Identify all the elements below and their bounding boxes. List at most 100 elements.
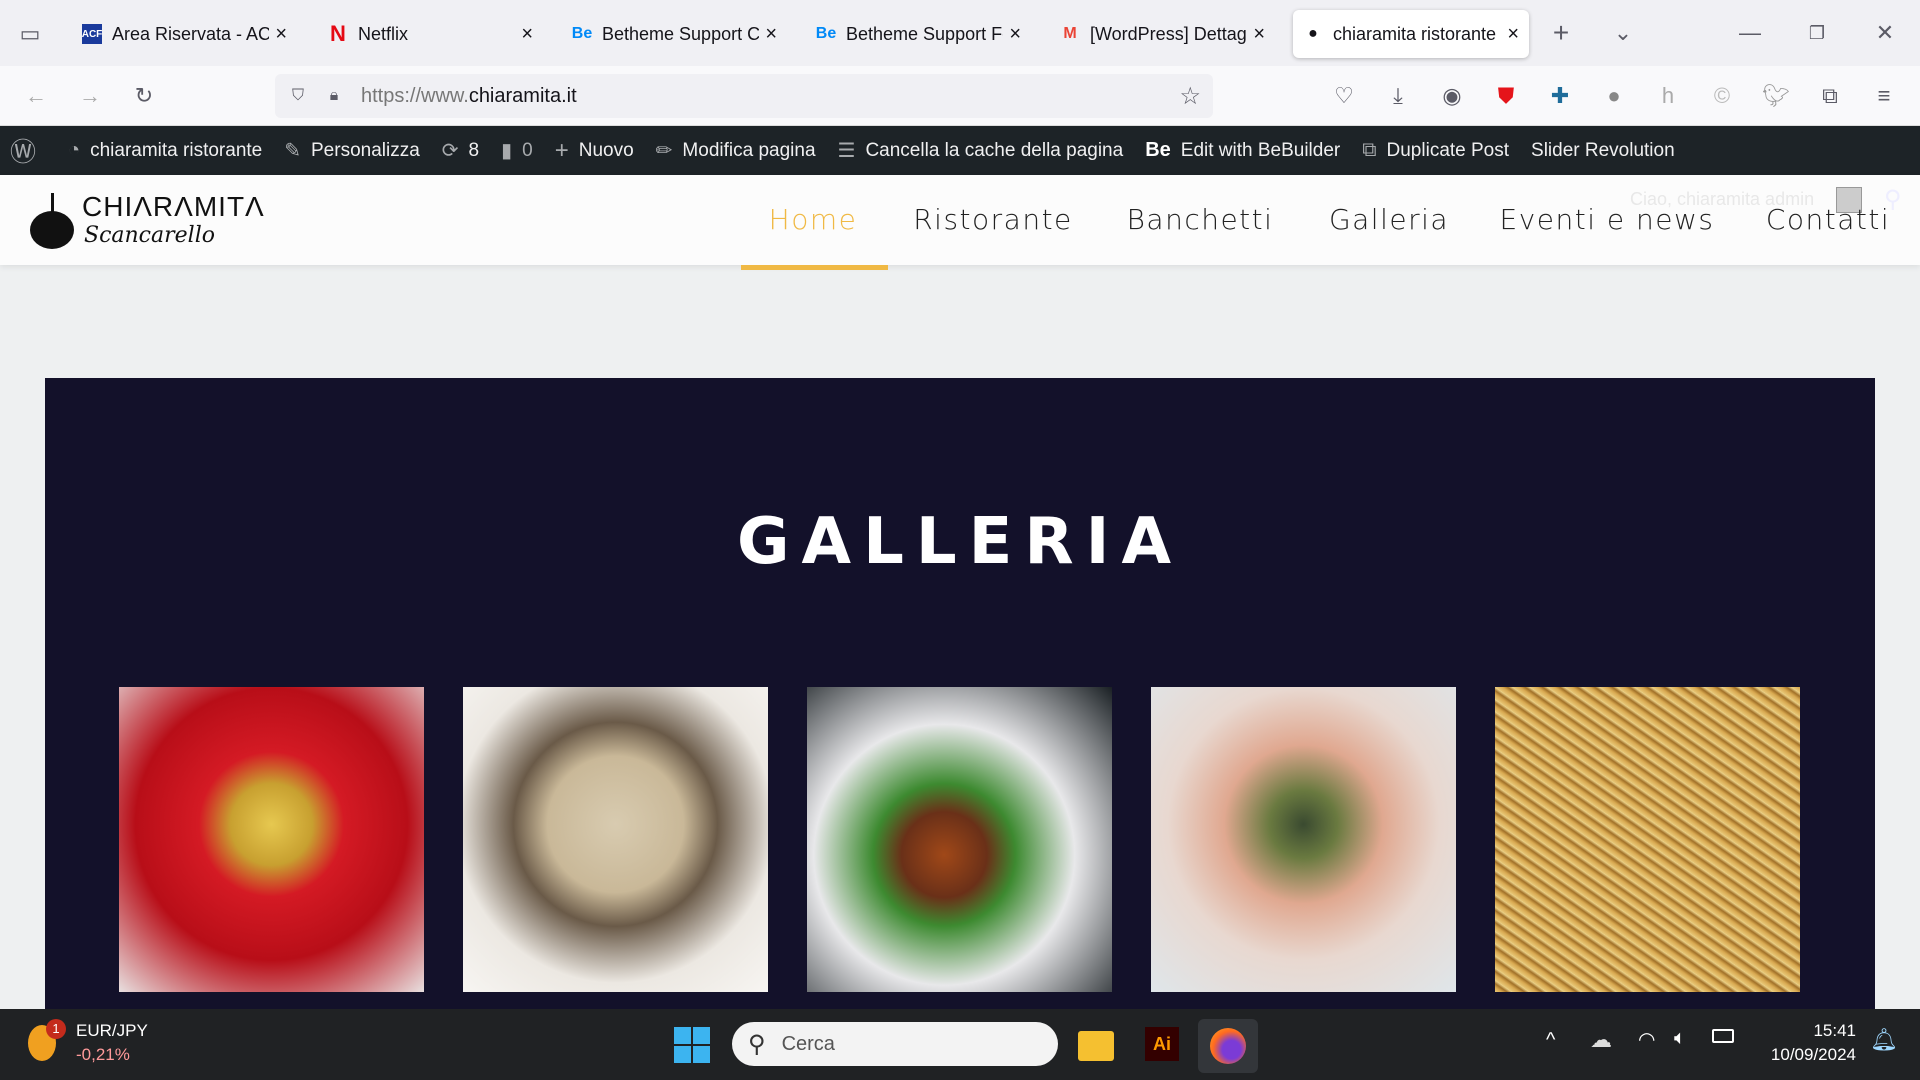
- clock-date[interactable]: 10/09/2024: [1740, 1045, 1856, 1065]
- nav-banchetti[interactable]: Banchetti: [1127, 203, 1274, 236]
- nav-ristorante[interactable]: Ristorante: [913, 203, 1073, 236]
- site-favicon: ●: [1308, 25, 1318, 42]
- tab-title: Netflix: [358, 23, 409, 44]
- wp-site-name[interactable]: ◔ chiaramita ristorante: [68, 139, 262, 162]
- close-window-icon[interactable]: ✕: [1870, 18, 1900, 48]
- search-icon: ⚲: [748, 1030, 766, 1058]
- ticker-change: -0,21%: [76, 1045, 130, 1064]
- notification-bell-icon[interactable]: 🔔︎: [1870, 1027, 1898, 1053]
- taskbar-search[interactable]: ⚲ Cerca: [732, 1022, 1058, 1066]
- bird-extension-icon[interactable]: 🐦︎: [1760, 80, 1792, 112]
- tab-netflix[interactable]: N Netflix ×: [318, 10, 543, 58]
- wp-duplicate-post[interactable]: ⧉ Duplicate Post: [1362, 139, 1509, 162]
- wp-clear-cache[interactable]: ☰ Cancella la cache della pagina: [838, 138, 1124, 163]
- gallery-image-roll[interactable]: [1151, 687, 1456, 992]
- menu-hamburger-icon[interactable]: ≡: [1868, 80, 1900, 112]
- wifi-icon[interactable]: ◠: [1638, 1027, 1655, 1052]
- fox-extension-icon[interactable]: ●: [1598, 80, 1630, 112]
- password-manager-extension-icon[interactable]: ⛊: [1490, 80, 1522, 112]
- nav-home[interactable]: Home: [769, 203, 858, 236]
- tab-acf[interactable]: ACF Area Riservata - ACF ×: [72, 10, 297, 58]
- nav-eventi-news[interactable]: Eventi e news: [1500, 203, 1715, 236]
- gallery-image-carpaccio[interactable]: [119, 687, 424, 992]
- ticker-label[interactable]: EUR/JPY: [76, 1021, 148, 1041]
- c-extension-icon[interactable]: ©: [1706, 80, 1738, 112]
- nav-galleria[interactable]: Galleria: [1329, 203, 1449, 236]
- wp-admin-bar: Ⓦ ◔ chiaramita ristorante ✎ Personalizza ⟳…: [0, 126, 1920, 175]
- onedrive-icon[interactable]: ☁: [1590, 1027, 1612, 1053]
- tab-overview-icon[interactable]: ▭: [14, 18, 46, 50]
- minimize-icon[interactable]: —: [1735, 18, 1765, 48]
- new-label: Nuovo: [578, 139, 634, 161]
- logo-wordmark: CHIΛRΛMITΛ: [82, 191, 265, 222]
- wp-logo-menu[interactable]: Ⓦ: [10, 132, 46, 169]
- battery-icon[interactable]: [1712, 1029, 1734, 1043]
- be-icon: Be: [1145, 139, 1171, 161]
- back-icon[interactable]: ←: [20, 80, 52, 112]
- be-icon: Be: [571, 25, 593, 42]
- tray-chevron-icon[interactable]: ^: [1546, 1029, 1555, 1052]
- cache-label: Cancella la cache della pagina: [865, 139, 1124, 161]
- logo-script: Scancarello: [84, 223, 215, 248]
- volume-icon[interactable]: 🔈︎: [1674, 1027, 1686, 1050]
- close-tab-icon[interactable]: ×: [1253, 23, 1265, 46]
- address-bar[interactable]: ⛉ 🔒︎ https://www. chiaramita.it ☆: [275, 74, 1213, 118]
- customize-label: Personalizza: [311, 139, 420, 161]
- url-domain: chiaramita.it: [468, 84, 577, 107]
- nav-contatti[interactable]: Contatti: [1766, 203, 1890, 236]
- wp-edit-page[interactable]: ✏︎ Modifica pagina: [656, 138, 816, 163]
- wp-bebuilder[interactable]: Be Edit with BeBuilder: [1145, 139, 1340, 162]
- tab-list-chevron-icon[interactable]: ⌄: [1608, 18, 1638, 48]
- tab-betheme-1[interactable]: Be Betheme Support Ce ×: [562, 10, 787, 58]
- comments-count: 0: [522, 139, 533, 161]
- edit-label: Modifica pagina: [682, 139, 816, 161]
- close-tab-icon[interactable]: ×: [275, 23, 287, 46]
- restore-icon[interactable]: ❐: [1802, 18, 1832, 48]
- close-tab-icon[interactable]: ×: [765, 23, 777, 46]
- comment-icon: ▮: [501, 140, 513, 162]
- tab-betheme-2[interactable]: Be Betheme Support Fo ×: [806, 10, 1031, 58]
- close-tab-icon[interactable]: ×: [1507, 23, 1519, 46]
- reload-icon[interactable]: ↻: [128, 80, 160, 112]
- wp-updates[interactable]: ⟳ 8: [442, 138, 479, 163]
- file-explorer-icon[interactable]: [1078, 1031, 1114, 1061]
- pencil-icon: ✏︎: [655, 140, 673, 162]
- tab-gmail[interactable]: M [WordPress] Dettagl ×: [1050, 10, 1275, 58]
- slider-label: Slider Revolution: [1531, 139, 1675, 161]
- wp-new[interactable]: + Nuovo: [555, 137, 634, 165]
- wp-slider-revolution[interactable]: Slider Revolution: [1531, 140, 1675, 162]
- extensions-puzzle-icon[interactable]: ⧉: [1814, 80, 1846, 112]
- wordpress-icon: Ⓦ: [10, 137, 37, 167]
- firefox-icon: [1210, 1028, 1246, 1064]
- account-icon[interactable]: ◉: [1436, 80, 1468, 112]
- wp-customize[interactable]: ✎ Personalizza: [284, 138, 420, 163]
- illustrator-icon[interactable]: Ai: [1145, 1027, 1179, 1061]
- pocket-icon[interactable]: ♡: [1328, 80, 1360, 112]
- site-logo[interactable]: [28, 193, 78, 249]
- download-icon[interactable]: ⤓: [1382, 80, 1414, 112]
- taskbar: 1 EUR/JPY -0,21% ⚲ Cerca Ai ^ ☁ ◠ 🔈︎ 15:4…: [0, 1009, 1920, 1080]
- search-placeholder: Cerca: [781, 1032, 835, 1055]
- firefox-taskbar-button[interactable]: [1198, 1019, 1258, 1073]
- wp-comments[interactable]: ▮ 0: [501, 138, 533, 163]
- gallery-image-pasta[interactable]: [463, 687, 768, 992]
- tab-title: Betheme Support Fo: [846, 23, 1004, 44]
- extension-blue-icon[interactable]: ✚: [1544, 80, 1576, 112]
- forward-icon[interactable]: →: [74, 80, 106, 112]
- h-extension-icon[interactable]: h: [1652, 80, 1684, 112]
- duplicate-label: Duplicate Post: [1386, 139, 1510, 161]
- windows-start-icon[interactable]: [674, 1027, 710, 1063]
- new-tab-icon[interactable]: +: [1546, 17, 1576, 48]
- tab-title: chiaramita ristorante: [1333, 23, 1497, 44]
- close-tab-icon[interactable]: ×: [1009, 23, 1021, 46]
- bookmark-star-icon[interactable]: ☆: [1179, 82, 1201, 111]
- clock-time[interactable]: 15:41: [1740, 1021, 1856, 1041]
- tab-chiaramita[interactable]: ● chiaramita ristorante ×: [1293, 10, 1529, 58]
- gallery-image-pasta-fresca[interactable]: [1495, 687, 1800, 992]
- close-tab-icon[interactable]: ×: [521, 23, 533, 46]
- lock-icon: 🔒︎: [329, 87, 339, 104]
- tab-title: Area Riservata - ACF: [112, 23, 270, 44]
- tab-bar: ▭ ACF Area Riservata - ACF × N Netflix × Be B…: [0, 0, 1920, 66]
- gallery-image-tartare[interactable]: [807, 687, 1112, 992]
- site-header: CHIΛRΛMITΛ Scancarello Ciao, chiaramita …: [0, 175, 1920, 270]
